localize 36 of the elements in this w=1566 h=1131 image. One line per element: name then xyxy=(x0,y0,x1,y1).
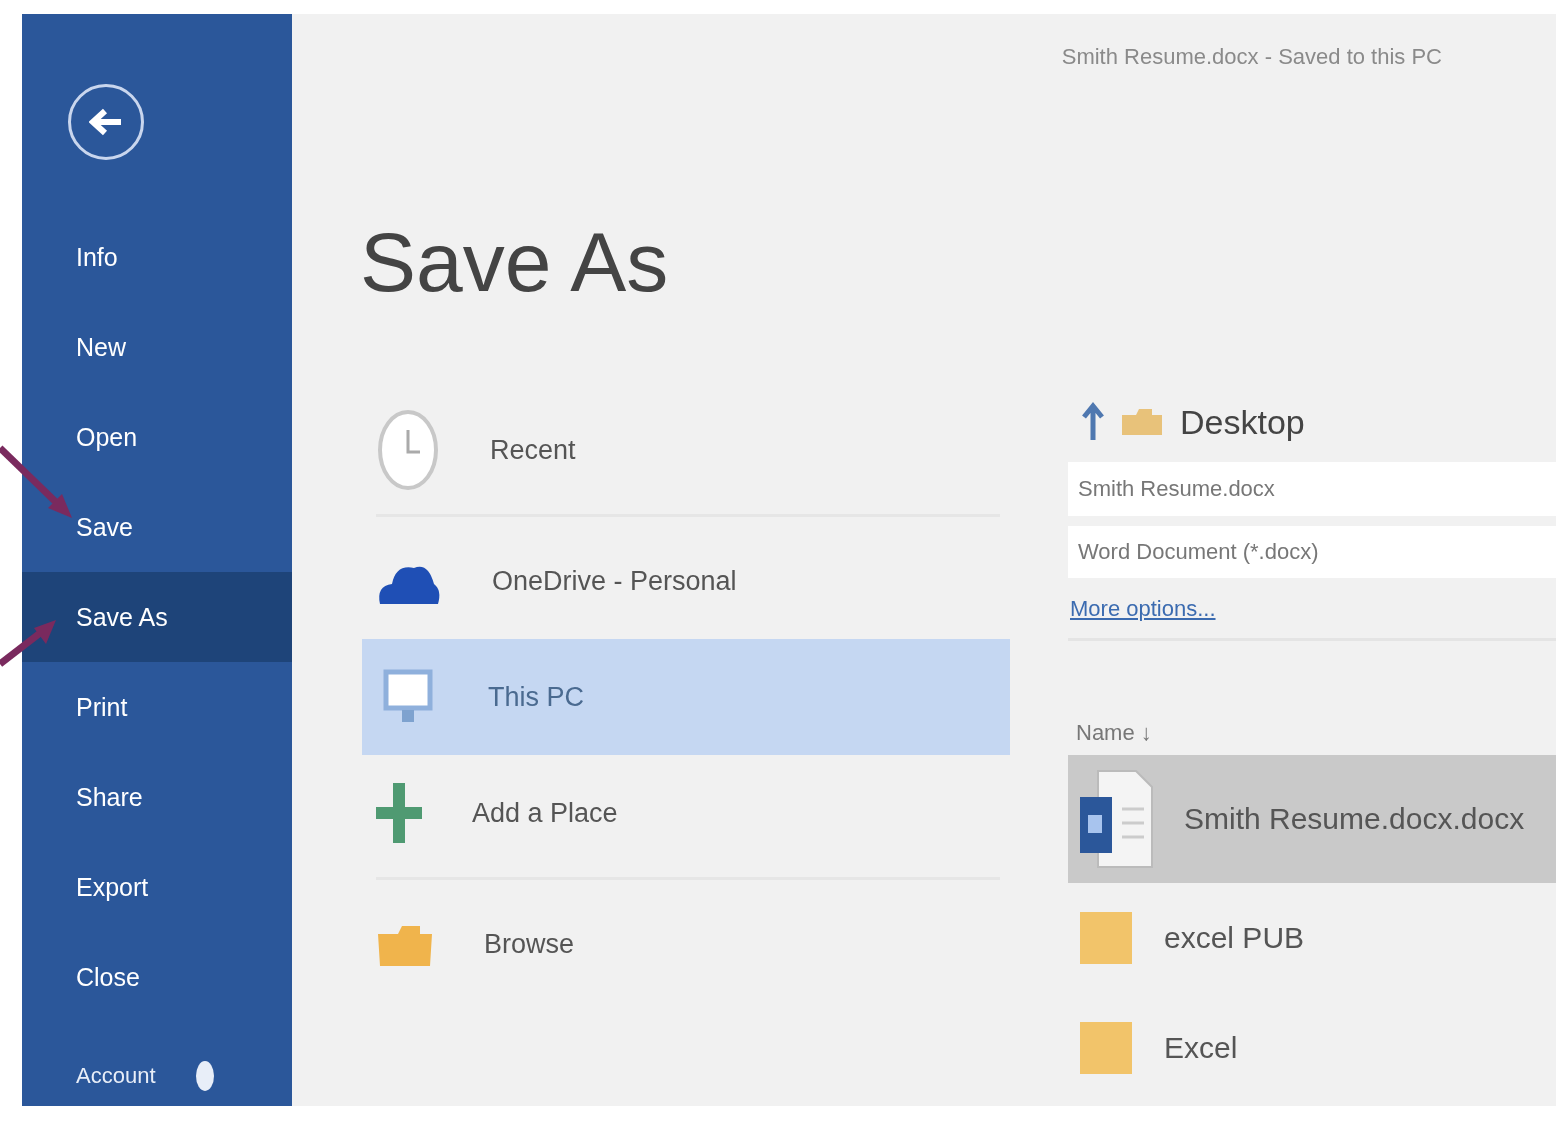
file-item[interactable]: Excel xyxy=(1068,993,1556,1103)
sidebar-item[interactable]: Close xyxy=(22,932,292,1022)
file-name-field[interactable]: Smith Resume.docx xyxy=(1068,462,1556,516)
place-item[interactable]: This PC xyxy=(362,639,1010,755)
folder-icon xyxy=(1078,910,1134,966)
back-button[interactable] xyxy=(68,84,144,160)
file-item[interactable]: Smith Resume.docx.docx xyxy=(1068,755,1556,883)
document-icon xyxy=(1078,769,1154,869)
clock-icon xyxy=(376,408,440,492)
plus-icon xyxy=(376,783,422,843)
more-options-link[interactable]: More options... xyxy=(1068,596,1216,622)
up-arrow-icon[interactable] xyxy=(1082,402,1104,442)
sidebar-item[interactable]: Open xyxy=(22,392,292,482)
sidebar-item[interactable]: Save As xyxy=(22,572,292,662)
place-item[interactable]: OneDrive - Personal xyxy=(362,523,1010,639)
place-item[interactable]: Add a Place xyxy=(362,755,1010,871)
account-avatar-icon xyxy=(195,1061,214,1091)
folder-icon xyxy=(1122,409,1162,435)
account-link[interactable]: Account xyxy=(76,1063,156,1089)
sidebar-item[interactable]: Share xyxy=(22,752,292,842)
folder-icon xyxy=(1078,1020,1134,1076)
page-title: Save As xyxy=(360,214,669,311)
place-item[interactable]: Browse xyxy=(362,886,1010,1002)
sidebar-item[interactable]: Export xyxy=(22,842,292,932)
back-arrow-icon xyxy=(89,108,123,136)
sidebar-item[interactable]: Info xyxy=(22,212,292,302)
sidebar-item[interactable]: New xyxy=(22,302,292,392)
sort-header[interactable]: Name ↓ xyxy=(1068,719,1158,747)
annotation-arrow xyxy=(0,620,56,667)
file-item[interactable]: excel PUB xyxy=(1068,883,1556,993)
file-type-dropdown[interactable]: Word Document (*.docx) xyxy=(1068,526,1556,578)
folder-path: Desktop xyxy=(1180,402,1305,442)
place-item[interactable]: Recent xyxy=(362,392,1010,508)
sidebar-item[interactable]: Print xyxy=(22,662,292,752)
window-title: Smith Resume.docx - Saved to this PC xyxy=(1061,44,1442,70)
sidebar-item[interactable]: Save xyxy=(22,482,292,572)
